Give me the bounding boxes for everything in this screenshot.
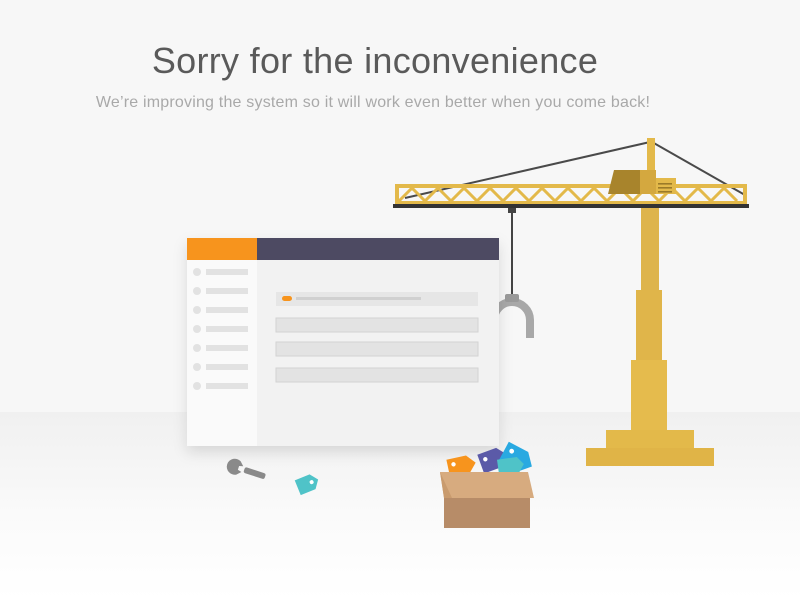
form-field (275, 341, 479, 357)
sidebar-item-line (206, 383, 248, 389)
sidebar-item-bullet (193, 382, 201, 390)
crane-tower-middle (636, 290, 662, 360)
window-progress-indicator (282, 296, 292, 301)
sidebar-item-bullet (193, 306, 201, 314)
crane-cab (608, 170, 676, 194)
window-header-bar (257, 238, 499, 260)
sidebar-item-bullet (193, 363, 201, 371)
crane-tower-upper (641, 208, 659, 290)
price-tag-icon (294, 474, 319, 496)
sidebar-item-bullet (193, 287, 201, 295)
sidebar-item-bullet (193, 344, 201, 352)
sidebar-item-line (206, 364, 248, 370)
crane-base (586, 448, 714, 466)
wrench-icon (226, 458, 266, 479)
maintenance-illustration (187, 138, 749, 528)
sidebar-item-line (206, 345, 248, 351)
crane-base-step (606, 430, 694, 448)
window-form-fields (275, 317, 479, 383)
sidebar-item-line (206, 307, 248, 313)
crane-truss-zigzag (397, 185, 739, 204)
box-tags (446, 441, 532, 478)
sidebar-item-bullet (193, 325, 201, 333)
window-header-accent (187, 238, 257, 260)
crane-tower-lower (631, 360, 667, 430)
crane-hook (490, 298, 534, 338)
box-flap (440, 472, 534, 498)
crane-jib (393, 184, 749, 208)
sidebar-item-bullet (193, 268, 201, 276)
sidebar-item-line (206, 269, 248, 275)
sidebar-item-line (206, 288, 248, 294)
window-progress-track (296, 297, 421, 300)
form-field (275, 367, 479, 383)
app-window-content (187, 238, 499, 446)
tag-box (440, 441, 534, 528)
box-body (444, 498, 530, 528)
sidebar-item-line (206, 326, 248, 332)
form-field (275, 317, 479, 333)
crane-jib-rail (393, 204, 749, 208)
